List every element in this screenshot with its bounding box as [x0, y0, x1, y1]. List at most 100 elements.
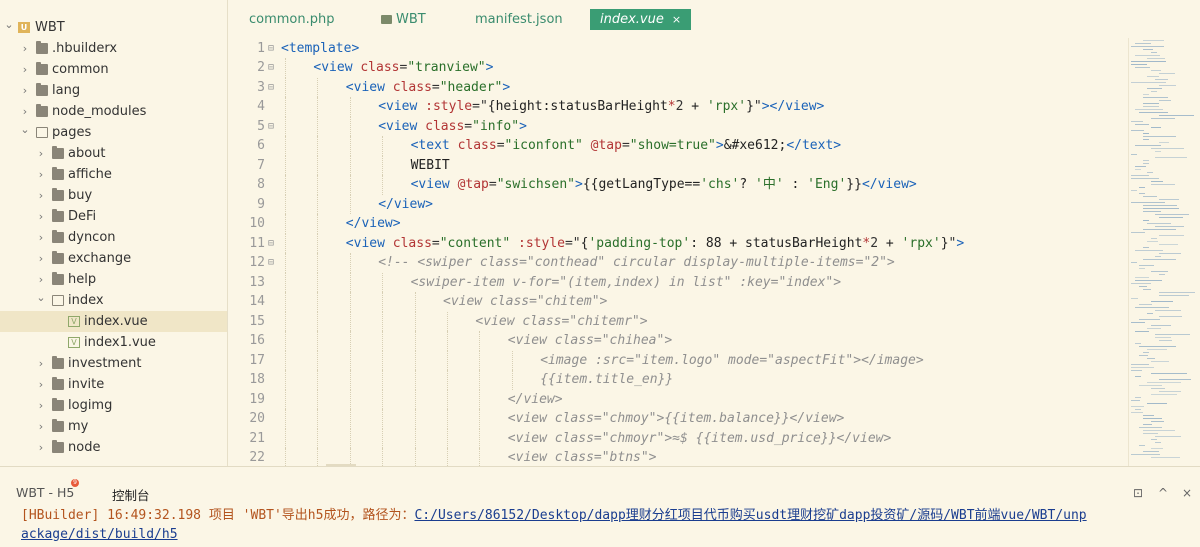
tab-common-php[interactable]: common.php — [249, 9, 335, 30]
chevron-down-icon[interactable]: ⌄ — [3, 14, 15, 35]
tree-item-index-vue[interactable]: Vindex.vue — [0, 311, 227, 332]
chevron-right-icon[interactable]: › — [35, 206, 47, 227]
minimap[interactable] — [1128, 38, 1200, 466]
fold-toggle-icon[interactable]: ⊟ — [268, 39, 280, 59]
tree-root-wbt[interactable]: ⌄ U WBT — [0, 17, 227, 38]
tree-item-affiche[interactable]: › affiche — [0, 164, 227, 185]
tree-item-node-modules[interactable]: › node_modules — [0, 101, 227, 122]
code-text: <view class="chmoyr">≈$ {{item.usd_price… — [508, 429, 892, 449]
code-line[interactable]: 1 ⊟ <template> — [229, 39, 1129, 59]
line-number: 11 — [249, 235, 265, 251]
tree-item-common[interactable]: › common — [0, 59, 227, 80]
chevron-right-icon[interactable]: › — [35, 416, 47, 437]
tree-item-exchange[interactable]: › exchange — [0, 248, 227, 269]
tree-item-index1-vue[interactable]: Vindex1.vue — [0, 332, 227, 353]
chevron-down-icon[interactable]: ⌄ — [19, 119, 31, 140]
chevron-right-icon[interactable]: › — [19, 59, 31, 80]
collapse-panel-icon[interactable]: ^ — [1158, 486, 1168, 500]
minimap-line — [1151, 127, 1161, 128]
code-line[interactable]: 11 ⊟ <view class="content" :style="{'paddi… — [229, 233, 1129, 254]
tree-item-logimg[interactable]: › logimg — [0, 395, 227, 416]
code-line[interactable]: 4 <view :style="{height:statusBarHeight*2… — [229, 97, 1129, 117]
close-tab-icon[interactable]: × — [672, 13, 681, 26]
chevron-right-icon[interactable]: › — [35, 227, 47, 248]
tree-item-about[interactable]: › about — [0, 143, 227, 164]
tree-item-investment[interactable]: › investment — [0, 353, 227, 374]
code-line[interactable]: 18 {{item.title_en}} — [229, 370, 1129, 390]
fold-toggle-icon[interactable]: ⊟ — [268, 58, 280, 78]
code-line[interactable]: 15 <view class="chitemr"> — [229, 311, 1129, 331]
minimap-line — [1131, 364, 1149, 365]
code-line[interactable]: 5 ⊟ <view class="info"> — [229, 116, 1129, 137]
code-line[interactable]: 2 ⊟ <view class="tranview"> — [229, 58, 1129, 78]
minimap-line — [1139, 286, 1147, 287]
indent-guide — [317, 175, 319, 195]
tab-wbt[interactable]: WBT — [381, 9, 426, 30]
code-line[interactable]: 19 </view> — [229, 389, 1129, 409]
tab-index-vue[interactable]: index.vue × — [590, 9, 692, 30]
chevron-right-icon[interactable]: › — [35, 143, 47, 164]
output-path-link[interactable]: C:/Users/86152/Desktop/dapp理财分红项目代币购买usd… — [414, 508, 1086, 523]
code-token: {{item.title_en}} — [540, 372, 674, 387]
indent-guide — [349, 194, 351, 214]
code-line[interactable]: 7 WEBIT — [229, 155, 1129, 175]
code-line[interactable]: 8 <view @tap="swichsen">{{getLangType=='c… — [229, 175, 1129, 195]
indent-guide — [382, 428, 384, 448]
panel-tab-app[interactable]: WBT - H5 — [16, 485, 74, 500]
chevron-right-icon[interactable]: › — [35, 164, 47, 185]
code-line[interactable]: 12 ⊟ <!-- <swiper class="conthead" circula… — [229, 253, 1129, 273]
tree-item-buy[interactable]: › buy — [0, 185, 227, 206]
minimap-line — [1143, 424, 1152, 425]
indent-guide — [317, 311, 319, 331]
tree-item-pages[interactable]: ⌄ pages — [0, 122, 227, 143]
code-line[interactable]: 14 <view class="chitem"> — [229, 292, 1129, 312]
code-token: ? — [739, 177, 756, 192]
code-token: = — [496, 138, 505, 153]
chevron-down-icon[interactable]: ⌄ — [35, 287, 47, 308]
tree-item-defi[interactable]: › DeFi — [0, 206, 227, 227]
tree-item-my[interactable]: › my — [0, 416, 227, 437]
fold-toggle-icon[interactable]: ⊟ — [268, 117, 280, 137]
tree-item--hbuilderx[interactable]: › .hbuilderx — [0, 38, 227, 59]
code-line[interactable]: 22 <view class="btns"> — [229, 448, 1129, 466]
chevron-right-icon[interactable]: › — [19, 80, 31, 101]
fold-toggle-icon[interactable]: ⊟ — [268, 253, 280, 273]
code-line[interactable]: 16 <view class="chihea"> — [229, 331, 1129, 351]
indent-guide — [349, 175, 351, 195]
line-number: 22 — [249, 450, 265, 465]
chevron-right-icon[interactable]: › — [35, 437, 47, 458]
code-line[interactable]: 20 <view class="chmoy">{{item.balance}}</… — [229, 409, 1129, 429]
output-path-link-continued[interactable]: ackage/dist/build/h5 — [21, 527, 178, 542]
code-line[interactable]: 9 </view> — [229, 194, 1129, 214]
vue-file-icon: V — [68, 316, 80, 327]
code-line[interactable]: 3 ⊟ <view class="header"> — [229, 77, 1129, 98]
code-line[interactable]: 17 <image :src="item.logo" mode="aspectFi… — [229, 350, 1129, 370]
folder-icon — [36, 104, 48, 117]
fold-toggle-icon[interactable]: ⊟ — [268, 78, 280, 98]
chevron-right-icon[interactable]: › — [35, 374, 47, 395]
close-panel-icon[interactable]: × — [1182, 486, 1192, 500]
indent-guide — [285, 409, 286, 429]
chevron-right-icon[interactable]: › — [35, 395, 47, 416]
tree-item-invite[interactable]: › invite — [0, 374, 227, 395]
code-line[interactable]: 21 <view class="chmoyr">≈$ {{item.usd_pri… — [229, 428, 1129, 449]
minimap-line — [1131, 298, 1138, 299]
tree-item-node[interactable]: › node — [0, 437, 227, 458]
code-editor[interactable]: 1 ⊟ <template> 2 ⊟ <view class="tranview"> 3 ⊟ <… — [229, 38, 1129, 466]
minimap-line — [1155, 157, 1187, 158]
line-number: 7 — [257, 157, 265, 173]
tree-item-lang[interactable]: › lang — [0, 80, 227, 101]
maximize-panel-icon[interactable]: ⊡ — [1133, 486, 1143, 500]
fold-toggle-icon[interactable]: ⊟ — [268, 234, 280, 254]
chevron-right-icon[interactable]: › — [35, 353, 47, 374]
chevron-right-icon[interactable]: › — [35, 185, 47, 206]
tree-item-index[interactable]: ⌄ index — [0, 290, 227, 311]
minimap-line — [1159, 274, 1165, 275]
chevron-right-icon[interactable]: › — [19, 38, 31, 59]
code-line[interactable]: 13 <swiper-item v-for="(item,index) in li… — [229, 272, 1129, 292]
tab-manifest-json[interactable]: manifest.json — [475, 9, 563, 30]
chevron-right-icon[interactable]: › — [35, 248, 47, 269]
code-line[interactable]: 6 <text class="iconfont" @tap="show=true"… — [229, 136, 1129, 156]
code-line[interactable]: 10 </view> — [229, 214, 1129, 234]
tree-item-dyncon[interactable]: › dyncon — [0, 227, 227, 248]
